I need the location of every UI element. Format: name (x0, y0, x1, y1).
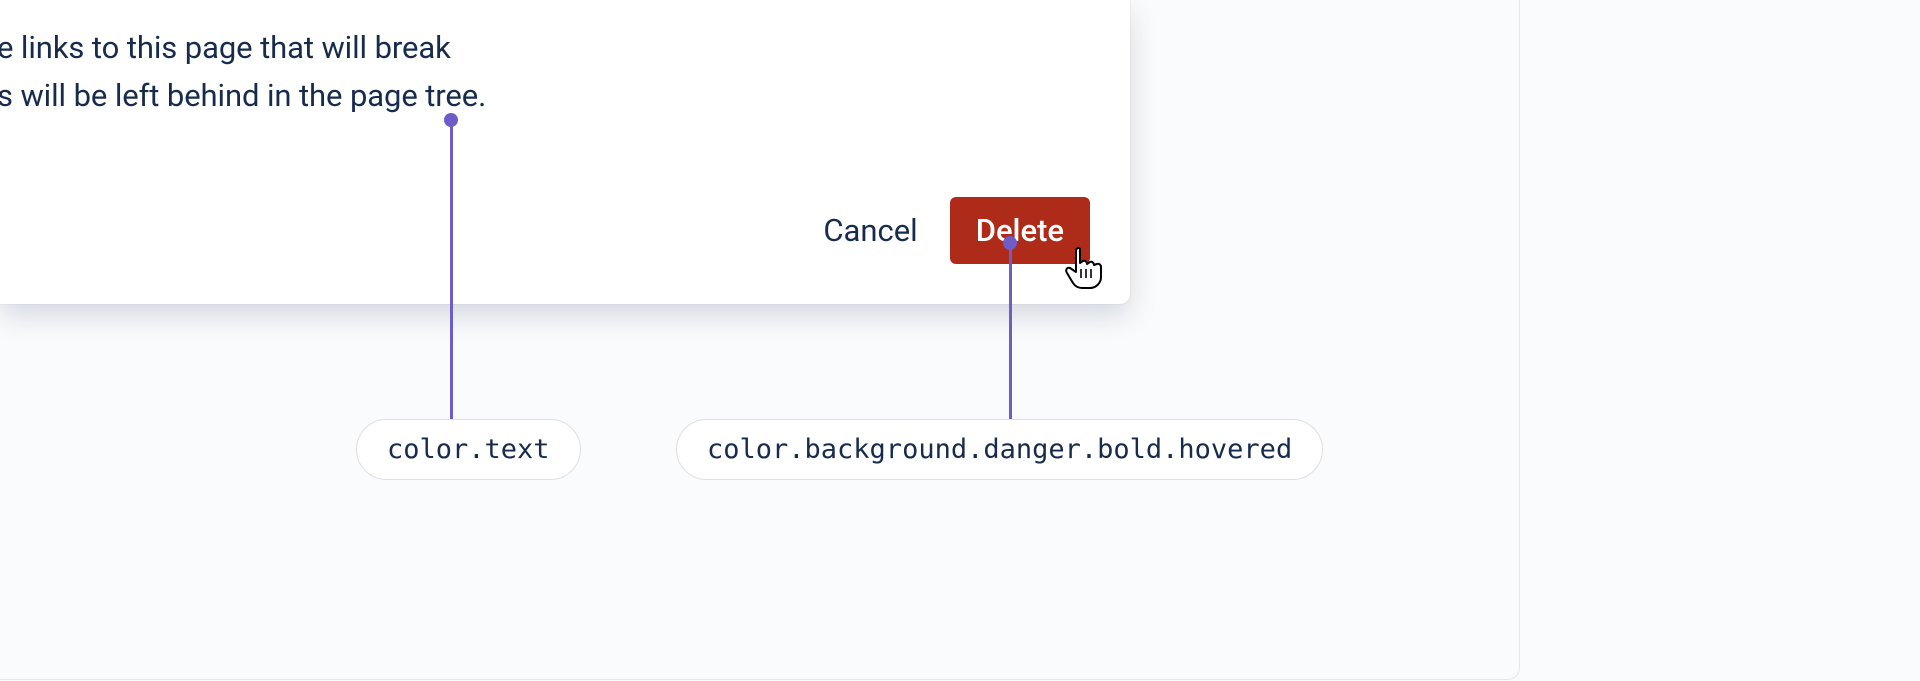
token-label-text-value: color.text (387, 434, 550, 465)
delete-button-label: Delete (976, 212, 1064, 249)
dialog-actions: Cancel Delete (815, 197, 1090, 264)
delete-button[interactable]: Delete (950, 197, 1090, 264)
token-label-danger-hovered-value: color.background.danger.bold.hovered (707, 434, 1292, 465)
confirmation-dialog: e links to this page that will break s w… (0, 0, 1130, 304)
token-label-text: color.text (356, 419, 581, 480)
dialog-body-line-1: e links to this page that will break (0, 24, 1090, 72)
annotation-connector-line (450, 120, 453, 422)
pointer-cursor-icon (1064, 245, 1102, 289)
dialog-body-line-2: s will be left behind in the page tree. (0, 72, 1090, 120)
dialog-body-text: e links to this page that will break s w… (0, 24, 1090, 120)
token-label-danger-hovered: color.background.danger.bold.hovered (676, 419, 1323, 480)
annotation-connector-line (1009, 243, 1012, 422)
cancel-button[interactable]: Cancel (815, 197, 925, 264)
